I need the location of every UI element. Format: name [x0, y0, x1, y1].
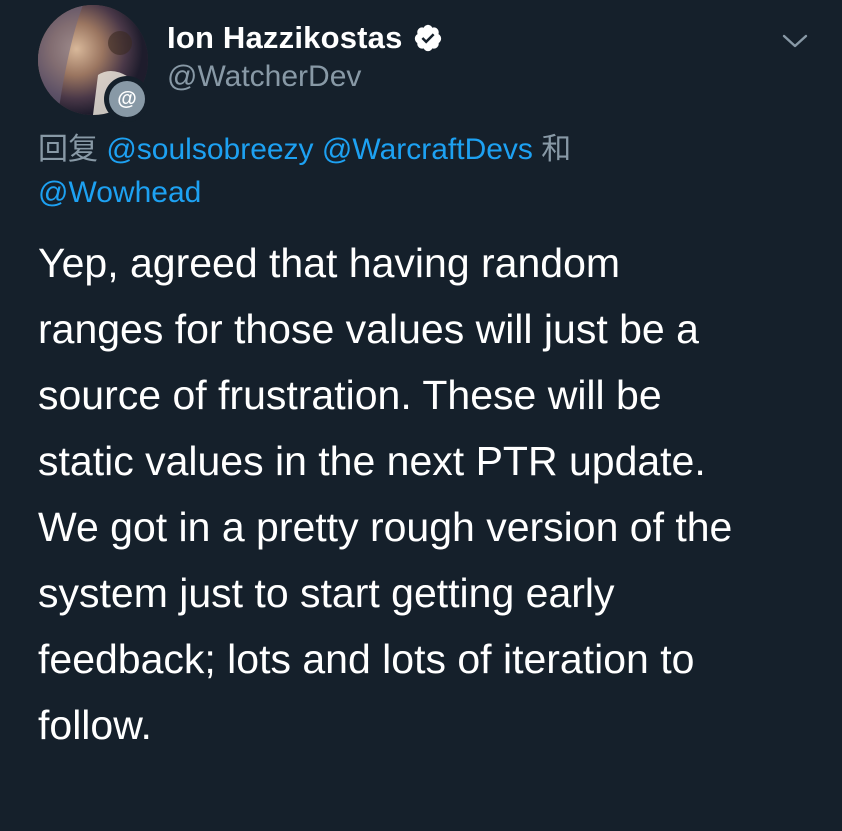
mention-link[interactable]: @Wowhead [38, 176, 201, 209]
mention-link[interactable]: @WarcraftDevs [322, 133, 533, 166]
author-name-row[interactable]: Ion Hazzikostas [167, 16, 443, 60]
author-display-name[interactable]: Ion Hazzikostas [167, 20, 403, 56]
avatar-badge: @ [104, 76, 150, 122]
reply-context: 回复 @soulsobreezy @WarcraftDevs 和 @Wowhead [38, 128, 818, 214]
verified-badge-icon [414, 24, 441, 52]
mention-link[interactable]: @soulsobreezy [106, 133, 313, 166]
tweet-text: Yep, agreed that having random ranges fo… [38, 240, 733, 748]
chevron-down-icon[interactable] [780, 30, 810, 52]
reply-conjunction: 和 [541, 133, 572, 166]
at-sign-icon: @ [109, 81, 145, 117]
author-handle[interactable]: @WatcherDev [167, 60, 361, 94]
reply-prefix: 回复 [38, 133, 98, 166]
